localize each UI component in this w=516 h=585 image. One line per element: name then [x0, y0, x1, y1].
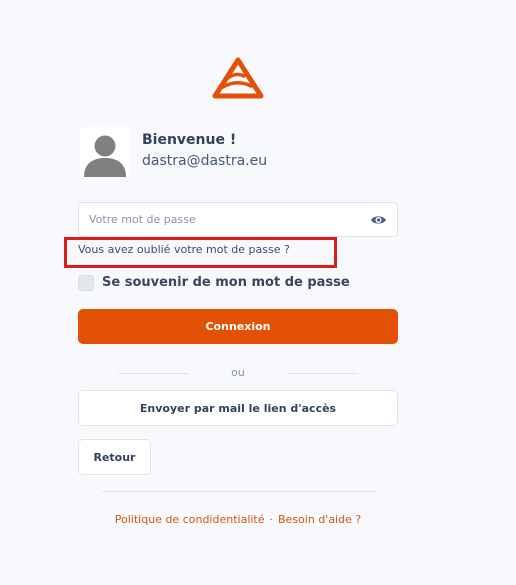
- user-card: Bienvenue ! dastra@dastra.eu: [80, 127, 400, 179]
- privacy-policy-link[interactable]: Politique de condidentialité: [115, 513, 265, 526]
- or-separator: ou: [118, 366, 358, 380]
- or-text: ou: [231, 366, 245, 379]
- help-link[interactable]: Besoin d'aide ?: [278, 513, 361, 526]
- welcome-title: Bienvenue !: [142, 132, 237, 148]
- eye-icon[interactable]: [370, 214, 387, 226]
- user-silhouette-icon: [84, 135, 126, 177]
- remember-me-label[interactable]: Se souvenir de mon mot de passe: [102, 275, 350, 290]
- footer-separator: ·: [269, 513, 274, 526]
- footer: Politique de condidentialité · Besoin d'ai…: [0, 513, 476, 526]
- password-input[interactable]: [89, 203, 359, 236]
- forgot-password-link[interactable]: Vous avez oublié votre mot de passe ?: [78, 243, 290, 256]
- password-field: [78, 202, 398, 237]
- footer-divider: [102, 491, 376, 492]
- remember-me-checkbox[interactable]: [78, 275, 94, 291]
- user-email: dastra@dastra.eu: [142, 153, 268, 169]
- mountain-triangle-logo-icon: [212, 57, 264, 99]
- send-access-link-button[interactable]: Envoyer par mail le lien d'accès: [78, 390, 398, 426]
- login-button[interactable]: Connexion: [78, 309, 398, 344]
- avatar: [80, 127, 130, 177]
- back-button[interactable]: Retour: [78, 439, 151, 475]
